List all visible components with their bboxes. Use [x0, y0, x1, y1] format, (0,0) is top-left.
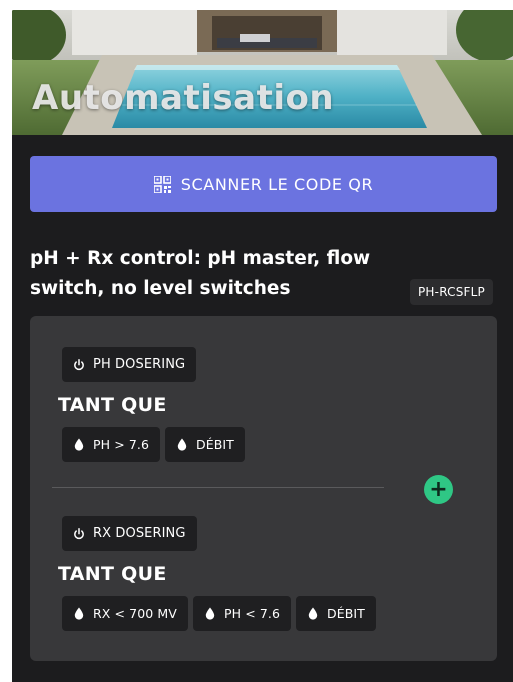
- condition-chip[interactable]: PH < 7.6: [193, 596, 292, 631]
- rule-action-chip[interactable]: RX DOSERING: [62, 516, 197, 551]
- program-title: pH + Rx control: pH master, flow switch,…: [30, 248, 371, 299]
- condition-chip[interactable]: DÉBIT: [165, 427, 245, 462]
- condition-label: RX < 700 MV: [93, 606, 177, 621]
- droplet-icon: [307, 607, 319, 621]
- add-rule-button[interactable]: +: [424, 475, 453, 504]
- condition-chip[interactable]: PH > 7.6: [62, 427, 161, 462]
- page-title: Automatisation: [32, 78, 335, 118]
- scan-qr-label: SCANNER LE CODE QR: [180, 174, 374, 194]
- rule-divider: [52, 487, 384, 488]
- rule-action-label: RX DOSERING: [93, 526, 186, 541]
- rule-action-chip[interactable]: PH DOSERING: [62, 347, 197, 382]
- droplet-icon: [73, 438, 85, 452]
- power-icon: [73, 527, 85, 541]
- while-label: TANT QUE: [58, 394, 167, 416]
- while-label: TANT QUE: [58, 563, 167, 585]
- condition-label: PH > 7.6: [93, 437, 150, 452]
- droplet-icon: [73, 607, 85, 621]
- condition-label: DÉBIT: [196, 437, 234, 452]
- rule-action-label: PH DOSERING: [93, 357, 186, 372]
- condition-label: DÉBIT: [327, 606, 365, 621]
- droplet-icon: [176, 438, 188, 452]
- scan-qr-button[interactable]: SCANNER LE CODE QR: [30, 156, 497, 212]
- droplet-icon: [204, 607, 216, 621]
- hero-banner: Automatisation: [12, 10, 513, 135]
- program-code-badge: PH-RCSFLP: [410, 279, 493, 305]
- condition-chip[interactable]: RX < 700 MV: [62, 596, 188, 631]
- qr-code-icon: [153, 175, 171, 193]
- app-frame: Automatisation SCANNER LE CODE QR pH + R…: [12, 10, 513, 682]
- condition-label: PH < 7.6: [224, 606, 281, 621]
- rules-card: PH DOSERING TANT QUE PH > 7.6 DÉBIT + RX…: [30, 316, 497, 661]
- power-icon: [73, 358, 85, 372]
- plus-icon: +: [429, 476, 448, 502]
- condition-chip[interactable]: DÉBIT: [296, 596, 376, 631]
